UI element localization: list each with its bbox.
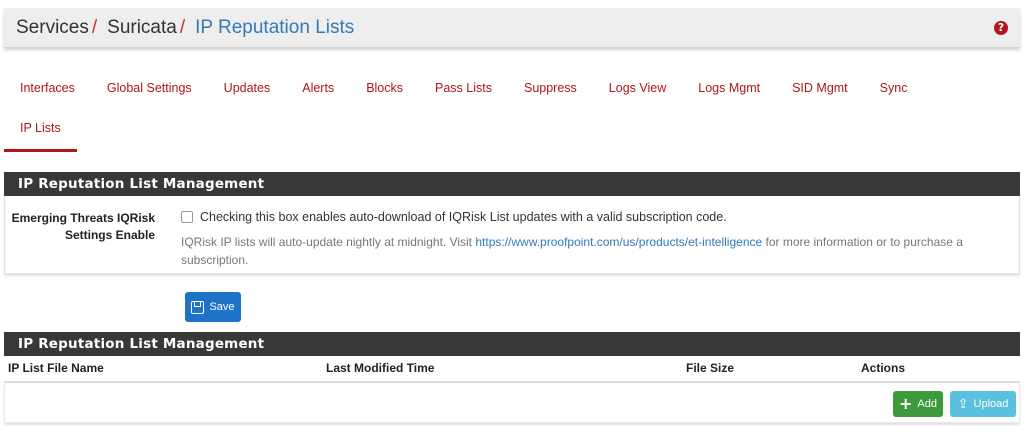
tab-pass-lists[interactable]: Pass Lists <box>419 68 508 108</box>
breadcrumb-suricata[interactable]: Suricata <box>107 17 177 39</box>
ip-lists-panel: IP Reputation List Management IP List Fi… <box>4 332 1020 423</box>
col-actions: Actions <box>861 361 906 375</box>
iqrisk-enable-checkbox-label[interactable]: Checking this box enables auto-download … <box>200 210 727 224</box>
upload-icon: ⇪ <box>957 396 969 412</box>
page: Services / Suricata / IP Reputation List… <box>0 0 1024 427</box>
settings-panel-title: IP Reputation List Management <box>4 172 1020 196</box>
add-button[interactable]: + Add <box>893 391 943 417</box>
tab-logs-mgmt[interactable]: Logs Mgmt <box>682 68 776 108</box>
col-file-name: IP List File Name <box>8 361 104 375</box>
settings-panel: IP Reputation List Management Emerging T… <box>4 172 1020 274</box>
iqrisk-enable-label-line1: Emerging Threats IQRisk <box>11 211 155 225</box>
breadcrumb-separator: / <box>179 16 186 38</box>
tab-interfaces[interactable]: Interfaces <box>4 68 91 108</box>
tab-updates[interactable]: Updates <box>208 68 287 108</box>
iqrisk-enable-label-line2: Settings Enable <box>64 228 155 242</box>
iqrisk-enable-label: Emerging Threats IQRisk Settings Enable <box>5 210 155 244</box>
save-button[interactable]: Save <box>185 292 241 322</box>
ip-lists-table-footer: + Add ⇪ Upload <box>4 383 1020 423</box>
breadcrumb-services[interactable]: Services <box>16 17 89 39</box>
proofpoint-link[interactable]: https://www.proofpoint.com/us/products/e… <box>475 235 762 249</box>
iqrisk-help-text: IQRisk IP lists will auto-update nightly… <box>181 233 1021 269</box>
col-file-size: File Size <box>686 361 735 375</box>
settings-panel-body: Emerging Threats IQRisk Settings Enable … <box>4 196 1020 274</box>
save-button-label: Save <box>209 301 235 313</box>
floppy-disk-icon <box>191 300 205 314</box>
tab-bar: Interfaces Global Settings Updates Alert… <box>4 68 1020 152</box>
upload-button[interactable]: ⇪ Upload <box>950 391 1016 417</box>
ip-lists-panel-title: IP Reputation List Management <box>4 332 1020 356</box>
tab-suppress[interactable]: Suppress <box>508 68 593 108</box>
col-last-modified: Last Modified Time <box>326 361 435 375</box>
tab-row-2: IP Lists <box>4 108 1020 152</box>
add-button-label: Add <box>917 398 937 410</box>
tab-sid-mgmt[interactable]: SID Mgmt <box>776 68 864 108</box>
tab-sync[interactable]: Sync <box>864 68 924 108</box>
page-title[interactable]: IP Reputation Lists <box>195 17 354 39</box>
tab-logs-view[interactable]: Logs View <box>593 68 682 108</box>
tab-global-settings[interactable]: Global Settings <box>91 68 208 108</box>
iqrisk-enable-row: Checking this box enables auto-download … <box>181 210 727 224</box>
tab-row-1: Interfaces Global Settings Updates Alert… <box>4 68 1020 108</box>
help-icon[interactable]: ? <box>994 21 1008 35</box>
tab-ip-lists[interactable]: IP Lists <box>4 108 77 152</box>
breadcrumb-separator: / <box>91 16 98 38</box>
upload-button-label: Upload <box>973 398 1009 410</box>
breadcrumb: Services / Suricata / IP Reputation List… <box>4 8 1020 48</box>
ip-lists-table-header: IP List File Name Last Modified Time Fil… <box>4 356 1020 383</box>
help-text-prefix: IQRisk IP lists will auto-update nightly… <box>181 235 476 249</box>
tab-blocks[interactable]: Blocks <box>350 68 419 108</box>
iqrisk-enable-checkbox[interactable] <box>181 211 193 223</box>
plus-icon: + <box>899 394 913 413</box>
tab-alerts[interactable]: Alerts <box>286 68 350 108</box>
